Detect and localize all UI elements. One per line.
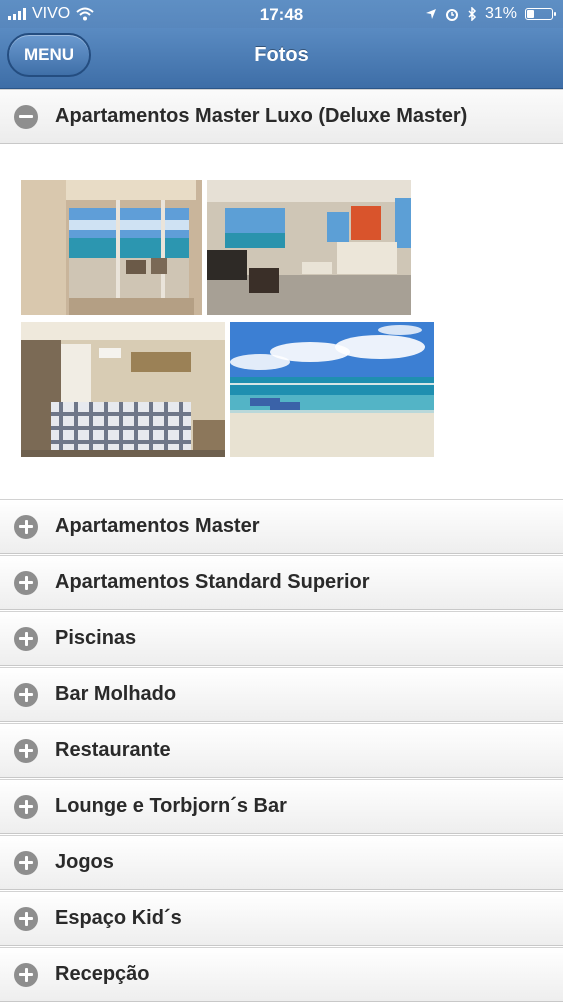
section-header[interactable]: Bar Molhado xyxy=(0,667,563,722)
photo-living-room[interactable] xyxy=(207,180,411,315)
section-label: Lounge e Torbjorn´s Bar xyxy=(55,795,287,817)
battery-icon xyxy=(525,8,556,20)
section-label: Recepção xyxy=(55,963,150,985)
expand-plus-icon xyxy=(14,514,38,539)
expand-plus-icon xyxy=(14,738,38,763)
section-header[interactable]: Apartamentos Master xyxy=(0,499,563,554)
bluetooth-icon xyxy=(468,7,477,21)
expand-plus-icon xyxy=(14,570,38,595)
section-label: Espaço Kid´s xyxy=(55,907,182,929)
status-bar: VIVO 17:48 31% xyxy=(0,0,563,28)
status-right: 31% xyxy=(425,5,556,23)
collapse-minus-icon xyxy=(14,104,38,129)
section-label: Apartamentos Master Luxo (Deluxe Master) xyxy=(55,105,468,127)
section-header[interactable]: Piscinas xyxy=(0,611,563,666)
section-header[interactable]: Recepção xyxy=(0,947,563,1002)
section-label: Bar Molhado xyxy=(55,683,177,705)
expand-plus-icon xyxy=(14,850,38,875)
photo-bedroom[interactable] xyxy=(21,322,225,457)
section-header[interactable]: Restaurante xyxy=(0,723,563,778)
battery-fill xyxy=(527,10,534,18)
expand-plus-icon xyxy=(14,682,38,707)
section-label: Apartamentos Standard Superior xyxy=(55,571,370,593)
alarm-icon xyxy=(445,9,458,21)
section-header[interactable]: Apartamentos Standard Superior xyxy=(0,555,563,610)
section-label: Apartamentos Master xyxy=(55,515,260,537)
section-header[interactable]: Espaço Kid´s xyxy=(0,891,563,946)
section-header[interactable]: Jogos xyxy=(0,835,563,890)
section-label: Restaurante xyxy=(55,739,171,761)
section-header-expanded[interactable]: Apartamentos Master Luxo (Deluxe Master) xyxy=(0,89,563,144)
expand-plus-icon xyxy=(14,962,38,987)
photo-balcony-door[interactable] xyxy=(21,180,202,315)
page-title: Fotos xyxy=(254,44,309,66)
navigation-bar: MENU Fotos xyxy=(0,28,563,89)
photo-terrace[interactable] xyxy=(230,322,434,457)
photo-gallery xyxy=(0,146,563,498)
battery-percent: 31% xyxy=(484,5,517,22)
location-arrow-icon xyxy=(425,9,436,19)
section-label: Piscinas xyxy=(55,627,137,649)
expand-plus-icon xyxy=(14,794,38,819)
section-label: Jogos xyxy=(55,851,114,873)
expand-plus-icon xyxy=(14,626,38,651)
expand-plus-icon xyxy=(14,906,38,931)
section-header[interactable]: Lounge e Torbjorn´s Bar xyxy=(0,779,563,834)
